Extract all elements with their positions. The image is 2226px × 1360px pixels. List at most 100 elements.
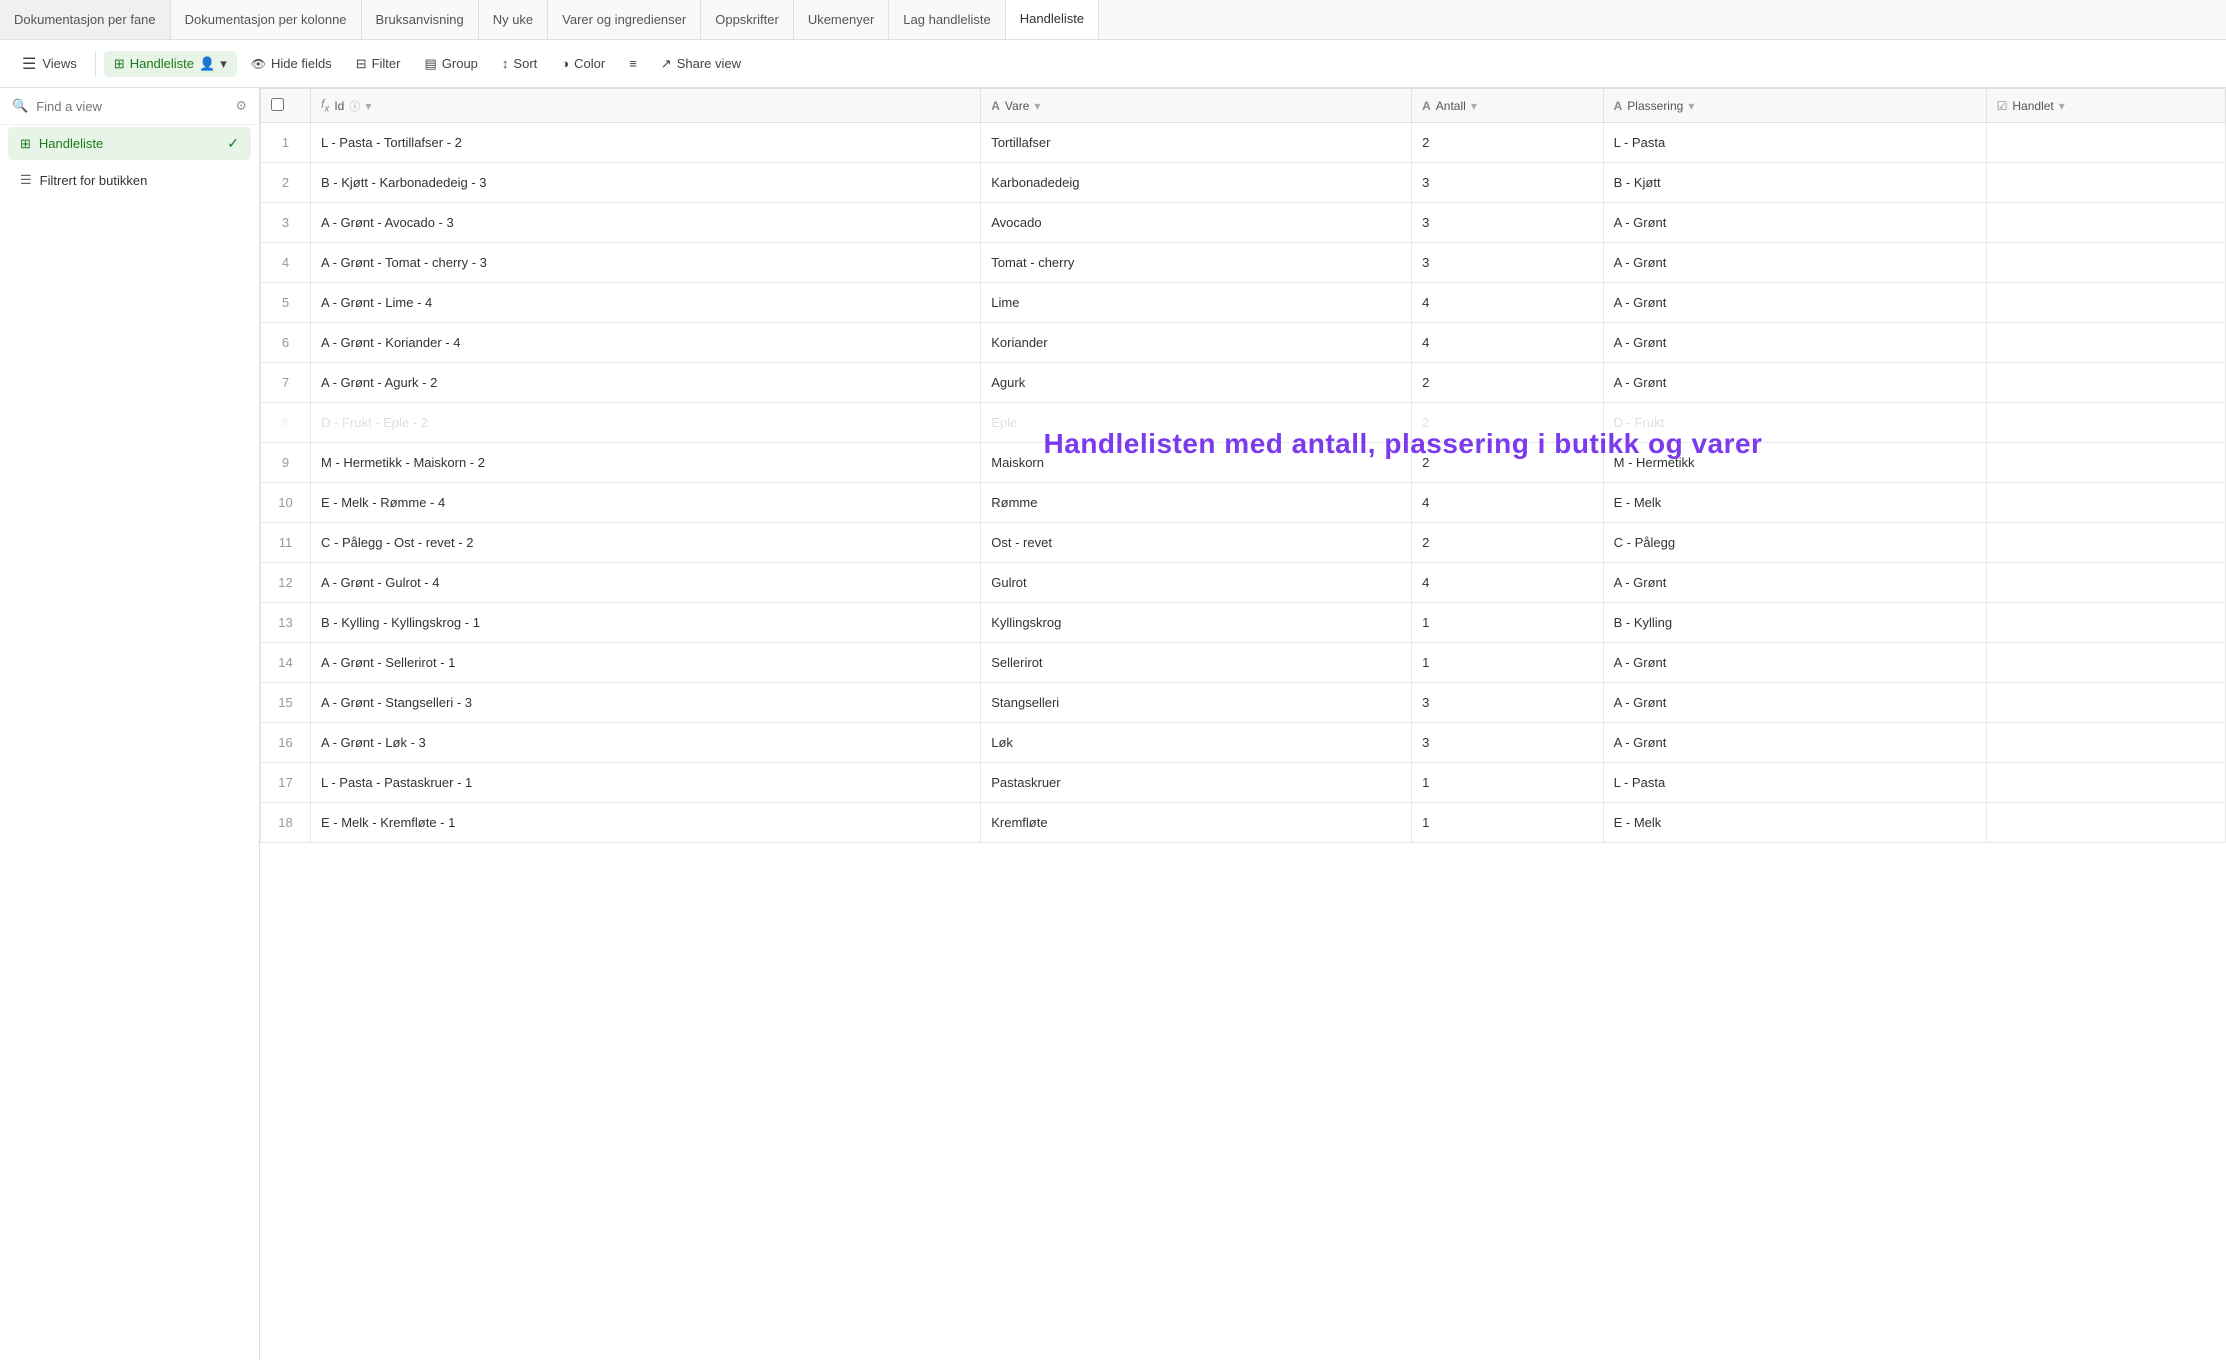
- cell-id[interactable]: A - Grønt - Lime - 4: [311, 283, 981, 323]
- cell-vare[interactable]: Kyllingskrog: [981, 603, 1412, 643]
- cell-antall[interactable]: 2: [1412, 363, 1604, 403]
- view-name-btn[interactable]: ⊞ Handleliste 👤 ▾: [104, 51, 237, 77]
- cell-id[interactable]: E - Melk - Rømme - 4: [311, 483, 981, 523]
- cell-plassering[interactable]: C - Pålegg: [1603, 523, 1986, 563]
- cell-vare[interactable]: Tomat - cherry: [981, 243, 1412, 283]
- cell-antall[interactable]: 4: [1412, 323, 1604, 363]
- cell-plassering[interactable]: A - Grønt: [1603, 563, 1986, 603]
- cell-id[interactable]: C - Pålegg - Ost - revet - 2: [311, 523, 981, 563]
- filter-button[interactable]: ⊟ Filter: [346, 51, 411, 77]
- cell-id[interactable]: A - Grønt - Sellerirot - 1: [311, 643, 981, 683]
- cell-vare[interactable]: Pastaskruer: [981, 763, 1412, 803]
- sidebar-item-handleliste[interactable]: ⊞ Handleliste ✓: [8, 127, 251, 160]
- cell-handlet[interactable]: [1986, 443, 2225, 483]
- col-plassering-sort-icon[interactable]: ▾: [1688, 99, 1694, 113]
- tab-varer[interactable]: Varer og ingredienser: [548, 0, 701, 40]
- tab-dok-fane[interactable]: Dokumentasjon per fane: [0, 0, 171, 40]
- cell-vare[interactable]: Koriander: [981, 323, 1412, 363]
- tab-handleliste[interactable]: Handleliste: [1006, 0, 1099, 40]
- cell-antall[interactable]: 1: [1412, 803, 1604, 843]
- cell-id[interactable]: M - Hermetikk - Maiskorn - 2: [311, 443, 981, 483]
- cell-id[interactable]: A - Grønt - Agurk - 2: [311, 363, 981, 403]
- cell-handlet[interactable]: [1986, 243, 2225, 283]
- cell-antall[interactable]: 1: [1412, 763, 1604, 803]
- cell-plassering[interactable]: A - Grønt: [1603, 243, 1986, 283]
- cell-vare[interactable]: Agurk: [981, 363, 1412, 403]
- cell-antall[interactable]: 2: [1412, 523, 1604, 563]
- cell-antall[interactable]: 2: [1412, 443, 1604, 483]
- cell-handlet[interactable]: [1986, 323, 2225, 363]
- cell-handlet[interactable]: [1986, 603, 2225, 643]
- cell-handlet[interactable]: [1986, 643, 2225, 683]
- cell-plassering[interactable]: A - Grønt: [1603, 723, 1986, 763]
- grid-area[interactable]: Handlelisten med antall, plassering i bu…: [260, 88, 2226, 1360]
- cell-id[interactable]: E - Melk - Kremfløte - 1: [311, 803, 981, 843]
- cell-plassering[interactable]: A - Grønt: [1603, 323, 1986, 363]
- select-all-checkbox[interactable]: [271, 98, 284, 111]
- cell-handlet[interactable]: [1986, 523, 2225, 563]
- cell-plassering[interactable]: E - Melk: [1603, 483, 1986, 523]
- cell-vare[interactable]: Ost - revet: [981, 523, 1412, 563]
- cell-antall[interactable]: 1: [1412, 603, 1604, 643]
- cell-antall[interactable]: 2: [1412, 403, 1604, 443]
- cell-handlet[interactable]: [1986, 203, 2225, 243]
- cell-plassering[interactable]: M - Hermetikk: [1603, 443, 1986, 483]
- cell-handlet[interactable]: [1986, 683, 2225, 723]
- cell-handlet[interactable]: [1986, 563, 2225, 603]
- col-id-sort-icon[interactable]: ▾: [365, 99, 371, 113]
- cell-vare[interactable]: Eple: [981, 403, 1412, 443]
- col-header-id[interactable]: fx Id ⓘ ▾: [311, 89, 981, 123]
- cell-antall[interactable]: 2: [1412, 123, 1604, 163]
- cell-id[interactable]: B - Kjøtt - Karbonadedeig - 3: [311, 163, 981, 203]
- tab-lag-handleliste[interactable]: Lag handleliste: [889, 0, 1005, 40]
- cell-handlet[interactable]: [1986, 283, 2225, 323]
- group-button[interactable]: ▤ Group: [414, 51, 487, 77]
- share-view-button[interactable]: ↗ Share view: [651, 51, 751, 77]
- cell-plassering[interactable]: A - Grønt: [1603, 203, 1986, 243]
- cell-vare[interactable]: Sellerirot: [981, 643, 1412, 683]
- cell-handlet[interactable]: [1986, 763, 2225, 803]
- cell-id[interactable]: A - Grønt - Gulrot - 4: [311, 563, 981, 603]
- cell-handlet[interactable]: [1986, 123, 2225, 163]
- cell-plassering[interactable]: A - Grønt: [1603, 363, 1986, 403]
- col-handlet-sort-icon[interactable]: ▾: [2059, 99, 2065, 113]
- cell-handlet[interactable]: [1986, 163, 2225, 203]
- col-header-plassering[interactable]: A Plassering ▾: [1603, 89, 1986, 123]
- tab-oppskrifter[interactable]: Oppskrifter: [701, 0, 794, 40]
- cell-antall[interactable]: 4: [1412, 483, 1604, 523]
- col-info-icon[interactable]: ⓘ: [349, 98, 360, 114]
- cell-id[interactable]: A - Grønt - Stangselleri - 3: [311, 683, 981, 723]
- col-header-handlet[interactable]: ☑ Handlet ▾: [1986, 89, 2225, 123]
- cell-antall[interactable]: 4: [1412, 563, 1604, 603]
- cell-antall[interactable]: 3: [1412, 683, 1604, 723]
- cell-vare[interactable]: Gulrot: [981, 563, 1412, 603]
- tab-dok-kolonne[interactable]: Dokumentasjon per kolonne: [171, 0, 362, 40]
- cell-id[interactable]: D - Frukt - Eple - 2: [311, 403, 981, 443]
- gear-icon[interactable]: ⚙: [235, 98, 247, 114]
- cell-plassering[interactable]: A - Grønt: [1603, 643, 1986, 683]
- cell-vare[interactable]: Kremfløte: [981, 803, 1412, 843]
- cell-vare[interactable]: Stangselleri: [981, 683, 1412, 723]
- cell-vare[interactable]: Løk: [981, 723, 1412, 763]
- cell-plassering[interactable]: E - Melk: [1603, 803, 1986, 843]
- row-height-button[interactable]: ≡: [619, 51, 647, 76]
- cell-antall[interactable]: 1: [1412, 643, 1604, 683]
- col-vare-sort-icon[interactable]: ▾: [1034, 99, 1040, 113]
- sort-button[interactable]: ↕ Sort: [492, 51, 547, 76]
- cell-vare[interactable]: Avocado: [981, 203, 1412, 243]
- tab-ukemenyer[interactable]: Ukemenyer: [794, 0, 889, 40]
- cell-handlet[interactable]: [1986, 363, 2225, 403]
- cell-id[interactable]: A - Grønt - Avocado - 3: [311, 203, 981, 243]
- cell-id[interactable]: B - Kylling - Kyllingskrog - 1: [311, 603, 981, 643]
- tab-bruksanvisning[interactable]: Bruksanvisning: [362, 0, 479, 40]
- cell-vare[interactable]: Karbonadedeig: [981, 163, 1412, 203]
- hide-fields-button[interactable]: 👁 Hide fields: [241, 51, 342, 76]
- cell-handlet[interactable]: [1986, 803, 2225, 843]
- cell-antall[interactable]: 3: [1412, 163, 1604, 203]
- col-header-vare[interactable]: A Vare ▾: [981, 89, 1412, 123]
- cell-plassering[interactable]: L - Pasta: [1603, 123, 1986, 163]
- cell-antall[interactable]: 3: [1412, 723, 1604, 763]
- col-header-checkbox[interactable]: [261, 89, 311, 123]
- col-header-antall[interactable]: A Antall ▾: [1412, 89, 1604, 123]
- tab-ny-uke[interactable]: Ny uke: [479, 0, 548, 40]
